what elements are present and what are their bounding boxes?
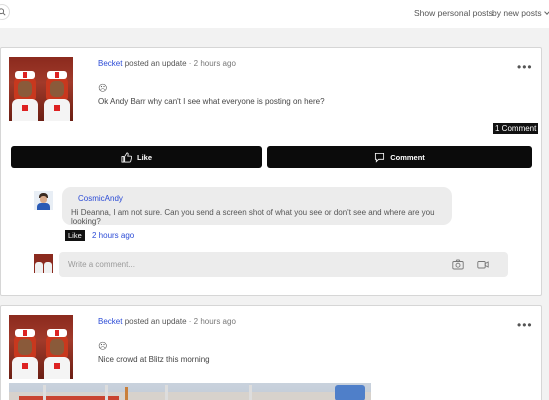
author-avatar[interactable] bbox=[9, 57, 73, 121]
video-icon[interactable] bbox=[477, 259, 489, 270]
chevron-down-icon bbox=[543, 9, 549, 15]
comment-icon bbox=[375, 152, 385, 163]
comment-text: Hi Deanna, I am not sure. Can you send a… bbox=[71, 208, 435, 226]
commenter-avatar[interactable] bbox=[34, 191, 53, 210]
sort-filter-dropdown[interactable]: by new posts bbox=[492, 8, 549, 18]
top-bar: Show personal posts by new posts bbox=[0, 0, 549, 28]
author-avatar[interactable] bbox=[9, 315, 73, 379]
post-time-separator: · bbox=[186, 317, 194, 326]
comment-author-link[interactable]: CosmicAndy bbox=[78, 194, 123, 203]
comment-like-button[interactable]: Like bbox=[65, 230, 85, 241]
post-author-link[interactable]: Becket bbox=[98, 317, 122, 326]
comment-count[interactable]: 1 Comment bbox=[493, 123, 539, 134]
activity-post: Becket posted an update · 2 hours ago ☹ … bbox=[0, 305, 542, 400]
post-emoji: ☹ bbox=[98, 341, 108, 351]
like-button[interactable]: Like bbox=[11, 146, 262, 168]
thumbs-up-icon bbox=[121, 152, 132, 162]
comment-input-placeholder: Write a comment... bbox=[68, 260, 135, 269]
post-time: 2 hours ago bbox=[193, 59, 236, 68]
search-icon[interactable] bbox=[0, 4, 10, 20]
post-author-link[interactable]: Becket bbox=[98, 59, 122, 68]
current-user-avatar bbox=[34, 254, 53, 273]
post-time: 2 hours ago bbox=[193, 317, 236, 326]
post-text: Nice crowd at Blitz this morning bbox=[98, 355, 210, 364]
show-personal-posts-filter[interactable]: Show personal posts bbox=[414, 8, 493, 18]
more-options-icon[interactable]: ••• bbox=[517, 319, 533, 331]
comment-time-link[interactable]: 2 hours ago bbox=[92, 231, 134, 240]
post-emoji: ☹ bbox=[98, 83, 108, 93]
comment-button-label: Comment bbox=[390, 152, 425, 162]
comment-input[interactable]: Write a comment... bbox=[59, 252, 508, 277]
post-text: Ok Andy Barr why can't I see what everyo… bbox=[98, 97, 325, 106]
sort-filter-label: by new posts bbox=[492, 8, 542, 18]
post-header: Becket posted an update · 2 hours ago bbox=[98, 317, 236, 326]
post-photo[interactable] bbox=[9, 383, 371, 400]
comment-button[interactable]: Comment bbox=[267, 146, 532, 168]
post-time-separator: · bbox=[186, 59, 194, 68]
activity-post: Becket posted an update · 2 hours ago ☹ … bbox=[0, 47, 542, 296]
camera-icon[interactable] bbox=[452, 259, 464, 270]
like-button-label: Like bbox=[136, 152, 152, 162]
post-action-text: posted an update bbox=[122, 317, 187, 326]
post-header: Becket posted an update · 2 hours ago bbox=[98, 59, 236, 68]
comment-bubble: CosmicAndy Hi Deanna, I am not sure. Can… bbox=[62, 187, 452, 226]
post-action-text: posted an update bbox=[122, 59, 187, 68]
more-options-icon[interactable]: ••• bbox=[517, 61, 533, 73]
